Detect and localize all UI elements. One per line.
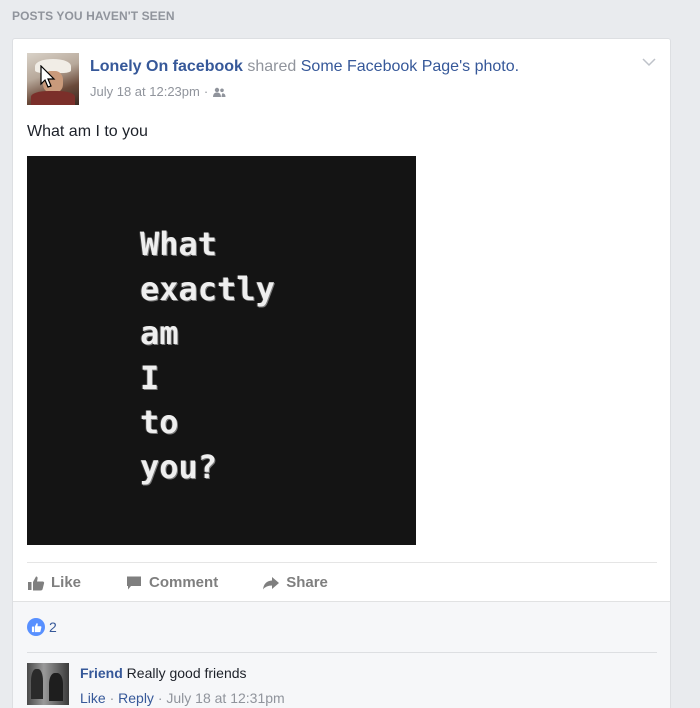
post-header: Lonely On facebook shared Some Facebook … xyxy=(90,58,519,76)
reaction-count: 2 xyxy=(49,619,57,635)
like-label: Like xyxy=(51,574,82,591)
photo-caption-text: What exactly am I to you? xyxy=(140,222,275,489)
comment-button[interactable]: Comment xyxy=(125,574,218,591)
like-reaction-icon xyxy=(27,618,45,636)
photo-line: am xyxy=(140,314,179,352)
post-footer: 2 Friend Really good friends Like · Repl… xyxy=(13,601,670,708)
meta-separator: · xyxy=(203,84,209,99)
comment-actions: Like · Reply · July 18 at 12:31pm xyxy=(80,690,285,706)
post-photo[interactable]: What exactly am I to you? xyxy=(27,156,416,545)
share-label: Share xyxy=(286,574,328,591)
comment-text: Really good friends xyxy=(126,665,247,681)
comment-bubble-icon xyxy=(127,576,142,589)
photo-line: I xyxy=(140,358,160,397)
share-arrow-icon xyxy=(263,576,280,589)
comment-separator: · xyxy=(109,690,115,706)
photo-line: What xyxy=(140,225,218,263)
photo-line: you? xyxy=(140,447,218,486)
friends-icon[interactable] xyxy=(212,87,226,97)
commenter-name-link[interactable]: Friend xyxy=(80,665,123,681)
comment-reply-link[interactable]: Reply xyxy=(118,690,154,706)
post-card: Lonely On facebook shared Some Facebook … xyxy=(12,38,671,708)
avatar-figure xyxy=(31,669,43,699)
shared-photo-link[interactable]: Some Facebook Page's photo. xyxy=(301,58,519,75)
commenter-avatar[interactable] xyxy=(27,663,69,705)
post-actions-bar: Like Comment Share xyxy=(27,562,657,602)
author-avatar[interactable] xyxy=(27,53,79,105)
comment-like-link[interactable]: Like xyxy=(80,690,106,706)
section-title: POSTS YOU HAVEN'T SEEN xyxy=(12,9,175,23)
share-button[interactable]: Share xyxy=(262,574,328,591)
photo-line: to xyxy=(140,403,179,441)
like-button[interactable]: Like xyxy=(27,574,81,591)
comment-label: Comment xyxy=(149,574,219,591)
comment-separator: · xyxy=(157,690,163,706)
mouse-cursor-icon xyxy=(40,65,56,88)
post-text: What am I to you xyxy=(27,123,148,140)
shared-text: shared xyxy=(247,58,297,75)
post-timestamp-link[interactable]: July 18 at 12:23pm xyxy=(90,84,200,99)
comment-timestamp-link[interactable]: July 18 at 12:31pm xyxy=(166,690,284,706)
photo-line: exactly xyxy=(140,269,275,308)
reactions-summary[interactable]: 2 xyxy=(27,618,57,636)
comments-divider xyxy=(27,652,657,653)
avatar-shirt xyxy=(31,91,75,105)
comment-body: Friend Really good friends xyxy=(80,665,247,681)
chevron-down-icon[interactable] xyxy=(642,57,656,67)
avatar-figure xyxy=(49,673,63,701)
post-meta: July 18 at 12:23pm · xyxy=(90,84,226,99)
author-name-link[interactable]: Lonely On facebook xyxy=(90,58,243,75)
thumbs-up-icon xyxy=(28,576,45,590)
